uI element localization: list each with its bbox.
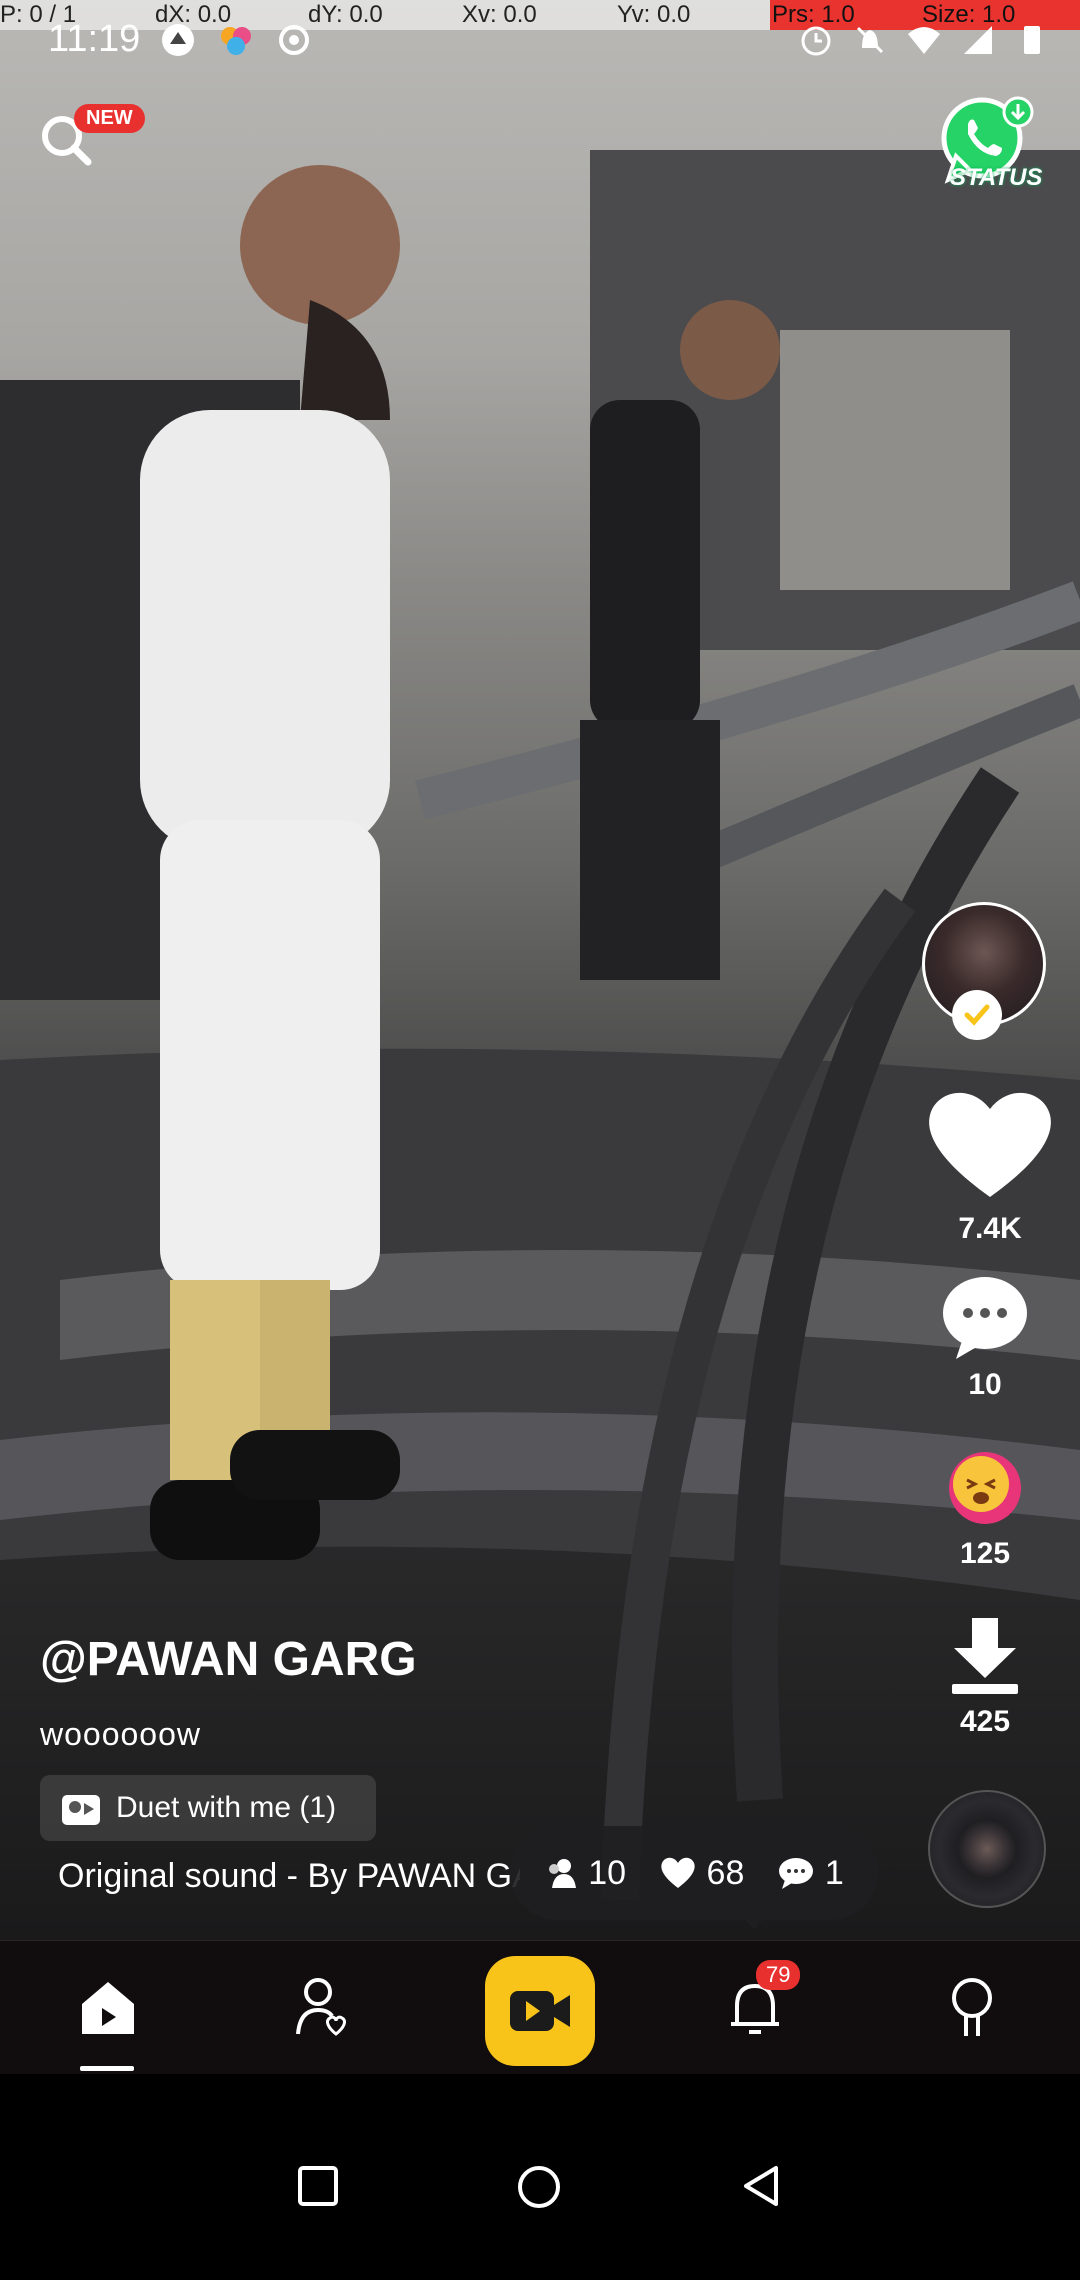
download-button[interactable]: 425 (915, 1618, 1055, 1739)
hearts-stat: 68 (659, 1853, 745, 1893)
back-triangle-icon (744, 2166, 778, 2206)
whatsapp-status-label: STATUS (950, 164, 1043, 191)
download-count: 425 (959, 1705, 1011, 1738)
nav-following[interactable] (252, 1941, 392, 2075)
battery-icon (1024, 26, 1040, 54)
signal-icon (964, 26, 992, 54)
home-icon (82, 1982, 134, 2034)
nav-notifications[interactable] (685, 1941, 825, 2075)
notification-count-badge: 79 (756, 1960, 801, 1990)
like-button[interactable]: 7.4K (920, 1085, 1060, 1246)
duet-button[interactable]: Duet with me (1) (40, 1775, 376, 1841)
nav-profile[interactable] (902, 1941, 1042, 2075)
heart-small-icon (660, 1857, 695, 1888)
viewers-icon (549, 1859, 577, 1888)
wifi-icon (908, 27, 940, 54)
recent-apps-button[interactable] (296, 2164, 340, 2213)
alarm-icon (801, 26, 831, 56)
comment-count: 10 (968, 1368, 1002, 1401)
messages-count: 1 (824, 1853, 844, 1892)
nav-home[interactable] (38, 1941, 178, 2075)
sound-disc[interactable] (928, 1790, 1046, 1908)
duet-icon (62, 1795, 100, 1825)
sound-title: Original sound - By PAWAN GARG (58, 1856, 520, 1895)
post-caption: woooooow (40, 1716, 201, 1752)
creator-username[interactable]: @PAWAN GARG (40, 1632, 417, 1687)
message-small-icon (778, 1858, 813, 1889)
app-notification-icon (162, 24, 194, 56)
home-system-button[interactable] (516, 2164, 562, 2215)
sound-link[interactable]: Original sound - By PAWAN GARG (40, 1856, 520, 1896)
status-time: 11:19 (48, 18, 141, 60)
comment-button[interactable]: 10 (915, 1275, 1055, 1402)
back-button[interactable] (740, 2164, 784, 2213)
viewer-stat: 10 (544, 1854, 626, 1893)
hearts-count: 68 (706, 1853, 745, 1892)
nav-home-active-indicator (80, 2066, 134, 2071)
circle-icon (518, 2166, 560, 2208)
messages-stat: 1 (777, 1854, 844, 1893)
heart-icon (929, 1092, 1051, 1197)
follow-check-icon[interactable] (952, 990, 1002, 1040)
pill-pointer (744, 1918, 764, 1930)
like-count: 7.4K (958, 1212, 1022, 1245)
comment-icon (943, 1277, 1027, 1359)
reaction-emoji-icon (949, 1452, 1021, 1524)
create-video-button[interactable] (485, 1956, 595, 2066)
system-navigation-bar (0, 2074, 1080, 2280)
square-icon (298, 2166, 338, 2206)
mute-icon (856, 26, 884, 54)
photos-notification-icon (221, 27, 251, 55)
following-icon (296, 1978, 346, 2036)
new-badge: NEW (74, 104, 145, 133)
video-camera-icon (510, 1991, 570, 2031)
profile-icon (952, 1978, 992, 2036)
live-stats-pill[interactable]: 10 68 1 (510, 1826, 878, 1920)
viewer-count: 10 (588, 1853, 627, 1892)
reaction-button[interactable]: 125 (915, 1448, 1055, 1571)
duet-label: Duet with me (1) (116, 1791, 337, 1824)
status-bar: 11:19 (0, 12, 1080, 72)
reaction-count: 125 (959, 1537, 1011, 1570)
download-icon (952, 1618, 1018, 1694)
sync-notification-icon (279, 25, 309, 55)
